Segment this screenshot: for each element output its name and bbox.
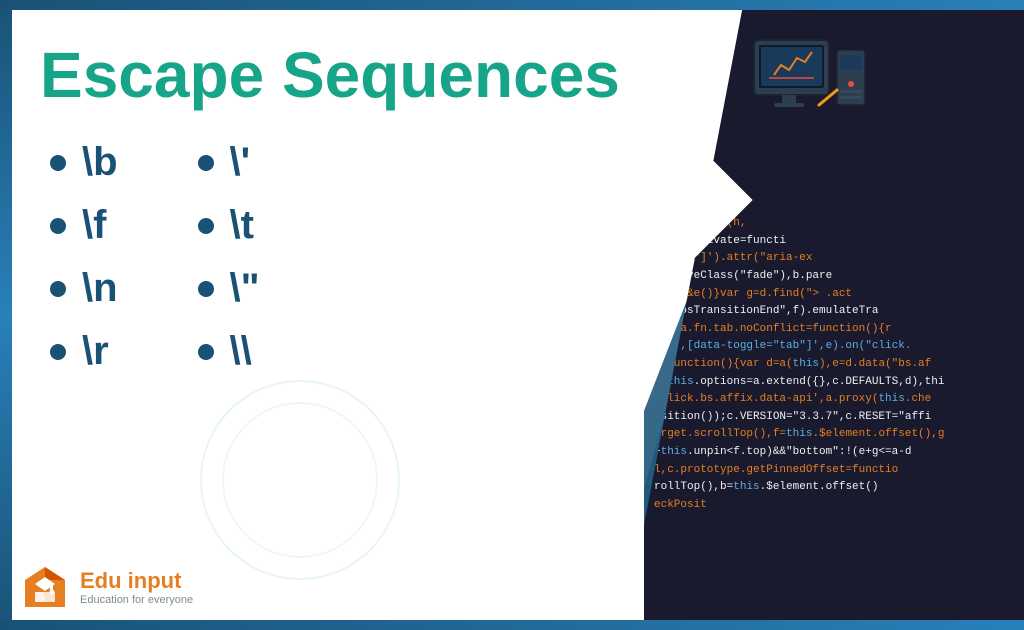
page-container: ace( .bs.tab is.activate(h, type.activat… xyxy=(0,0,1024,630)
logo-name: Edu input xyxy=(80,568,193,594)
bullet-item-t: \t xyxy=(198,203,260,248)
top-border-decoration xyxy=(0,0,1024,10)
bullet-dot xyxy=(50,344,66,360)
computer-icon-area xyxy=(749,30,869,135)
logo-tagline: Education for everyone xyxy=(80,594,193,606)
escape-dq: \" xyxy=(230,266,260,311)
bullet-item-n: \n xyxy=(50,266,118,311)
logo-icon xyxy=(20,562,70,612)
bullet-dot xyxy=(198,155,214,171)
bullet-item-b: \b xyxy=(50,140,118,185)
bottom-border-decoration xyxy=(0,620,1024,630)
bullet-dot xyxy=(50,218,66,234)
left-border-decoration xyxy=(0,0,12,630)
escape-t: \t xyxy=(230,203,254,248)
bullet-item-r: \r xyxy=(50,329,118,374)
bullet-item-sq: \' xyxy=(198,140,260,185)
logo-input: input xyxy=(128,568,182,593)
bullet-col-right: \' \t \" \\ xyxy=(198,140,260,374)
escape-b: \b xyxy=(82,140,118,185)
bullet-item-f: \f xyxy=(50,203,118,248)
bullet-dot xyxy=(198,281,214,297)
bullet-dot xyxy=(198,344,214,360)
bullet-section: \b \f \n \r \' xyxy=(50,140,700,374)
escape-r: \r xyxy=(82,329,109,374)
main-content: Escape Sequences \b \f \n \r xyxy=(20,20,700,374)
bullet-dot xyxy=(50,155,66,171)
page-title: Escape Sequences xyxy=(40,40,700,110)
bullet-dot xyxy=(50,281,66,297)
bullet-col-left: \b \f \n \r xyxy=(50,140,118,374)
bullet-item-bs: \\ xyxy=(198,329,260,374)
bullet-item-dq: \" xyxy=(198,266,260,311)
logo-area: Edu input Education for everyone xyxy=(20,562,193,612)
bullet-dot xyxy=(198,218,214,234)
escape-f: \f xyxy=(82,203,106,248)
computer-icon xyxy=(749,30,869,130)
logo-text: Edu input Education for everyone xyxy=(80,568,193,606)
escape-n: \n xyxy=(82,266,118,311)
watermark-circle xyxy=(200,380,400,580)
escape-bs: \\ xyxy=(230,329,252,374)
escape-sq: \' xyxy=(230,140,251,185)
logo-edu: Edu xyxy=(80,568,128,593)
